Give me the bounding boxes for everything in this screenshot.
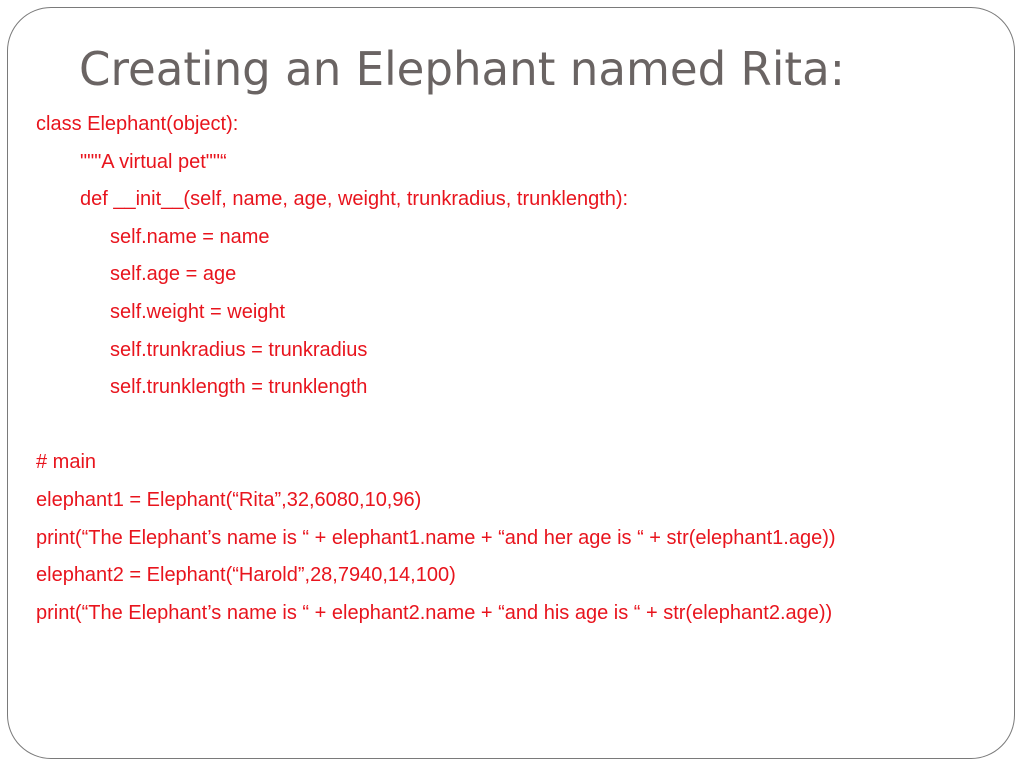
code-block: class Elephant(object): """A virtual pet… xyxy=(36,106,836,632)
code-line: self.trunkradius = trunkradius xyxy=(110,338,368,361)
slide-title: Creating an Elephant named Rita: xyxy=(79,42,845,96)
code-line: class Elephant(object): xyxy=(36,113,239,135)
code-line: elephant2 = Elephant(“Harold”,28,7940,14… xyxy=(36,564,456,587)
code-blank-line xyxy=(36,407,836,445)
slide: Creating an Elephant named Rita: class E… xyxy=(0,0,1024,768)
code-line: elephant1 = Elephant(“Rita”,32,6080,10,9… xyxy=(36,488,422,511)
code-line: print(“The Elephant’s name is “ + elepha… xyxy=(36,601,833,624)
code-line: def __init__(self, name, age, weight, tr… xyxy=(80,188,629,211)
code-line: """A virtual pet""“ xyxy=(80,150,227,173)
code-line: self.trunklength = trunklength xyxy=(110,376,368,399)
code-line: self.weight = weight xyxy=(110,300,286,323)
code-line: print(“The Elephant’s name is “ + elepha… xyxy=(36,526,836,549)
code-line: self.name = name xyxy=(110,225,270,248)
code-comment-line: # main xyxy=(36,451,97,474)
code-line: self.age = age xyxy=(110,263,237,286)
